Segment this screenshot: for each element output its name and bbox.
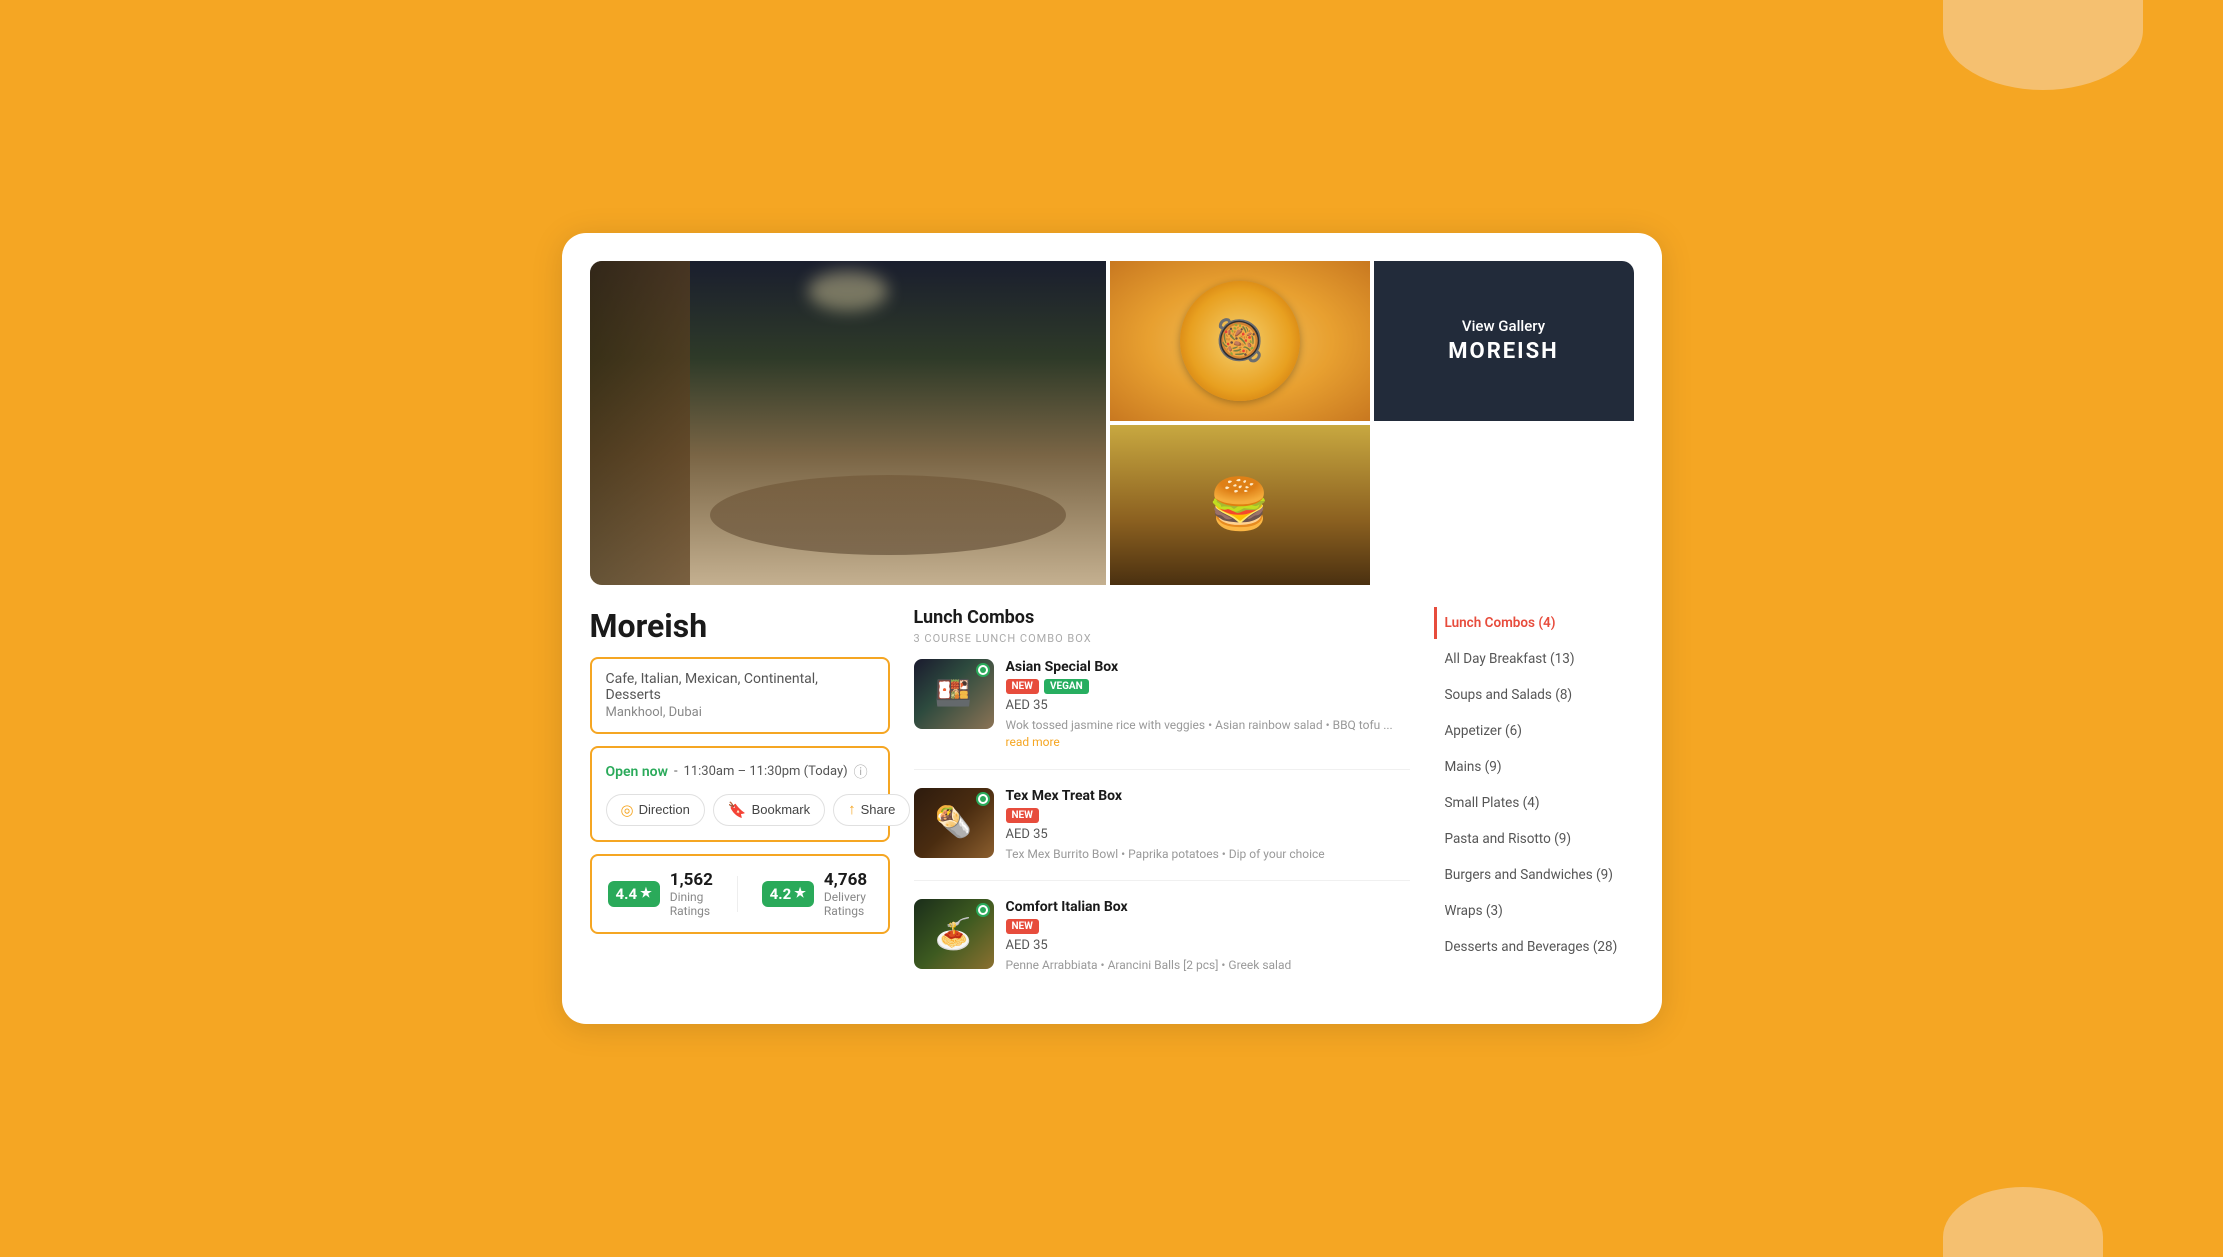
left-panel: Moreish Cafe, Italian, Mexican, Continen… [590,607,890,934]
nav-item-4[interactable]: Mains (9) [1434,751,1634,783]
menu-item-info-2: Comfort Italian Box NEW AED 35 Penne Arr… [1006,899,1410,974]
nav-item-2[interactable]: Soups and Salads (8) [1434,679,1634,711]
nav-item-8[interactable]: Wraps (3) [1434,895,1634,927]
action-buttons: ◎ Direction 🔖 Bookmark ↑ Share [606,794,874,826]
veg-dot-0 [976,663,990,677]
menu-section-subtitle: 3 COURSE LUNCH COMBO BOX [914,632,1410,645]
menu-item-name-2: Comfort Italian Box [1006,899,1410,915]
direction-icon: ◎ [621,801,634,819]
menu-section-title: Lunch Combos [914,607,1410,628]
view-gallery-label: View Gallery [1462,317,1545,335]
nav-item-7[interactable]: Burgers and Sandwiches (9) [1434,859,1634,891]
share-icon: ↑ [848,801,856,818]
menu-item-price-0: AED 35 [1006,698,1410,713]
bookmark-icon: 🔖 [728,801,747,819]
gallery-brand-name: MOREISH [1448,339,1558,364]
menu-item-price-2: AED 35 [1006,938,1410,953]
bg-decoration-top [1943,0,2143,90]
dining-rating-details: 1,562 Dining Ratings [670,870,713,918]
nav-item-0[interactable]: Lunch Combos (4) [1434,607,1634,639]
gallery-food-image-2[interactable]: 🍔 [1110,425,1370,585]
menu-item-info-0: Asian Special Box NEW VEGAN AED 35 Wok t… [1006,659,1410,751]
delivery-count: 4,768 [824,870,872,890]
direction-button[interactable]: ◎ Direction [606,794,705,826]
dining-star-icon: ★ [640,886,652,901]
veg-dot-2 [976,903,990,917]
cuisine-location-box: Cafe, Italian, Mexican, Continental, Des… [590,657,890,734]
info-icon[interactable]: ⓘ [854,762,868,782]
dash: - [674,764,678,779]
dining-count: 1,562 [670,870,713,890]
cuisine-text: Cafe, Italian, Mexican, Continental, Des… [606,671,874,703]
bookmark-button[interactable]: 🔖 Bookmark [713,794,825,826]
dining-rating-badge: 4.4 ★ [608,881,660,907]
delivery-rating-item: 4.2 ★ 4,768 Delivery Ratings [762,870,872,918]
tag-new-2: NEW [1006,919,1039,934]
nav-item-1[interactable]: All Day Breakfast (13) [1434,643,1634,675]
menu-item-desc-1: Tex Mex Burrito Bowl • Paprika potatoes … [1006,846,1410,863]
menu-item-tags-1: NEW [1006,808,1410,823]
menu-item-desc-0: Wok tossed jasmine rice with veggies • A… [1006,717,1410,751]
gallery-food-image-1[interactable]: 🥘 [1110,261,1370,421]
hours-box: Open now - 11:30am – 11:30pm (Today) ⓘ ◎… [590,746,890,842]
bg-decoration-bottom [1943,1187,2103,1257]
nav-item-6[interactable]: Pasta and Risotto (9) [1434,823,1634,855]
bookmark-label: Bookmark [752,802,811,817]
nav-item-5[interactable]: Small Plates (4) [1434,787,1634,819]
menu-item-price-1: AED 35 [1006,827,1410,842]
menu-item-1: 🌯 Tex Mex Treat Box NEW AED 35 Tex Mex B… [914,788,1410,882]
delivery-label: Delivery Ratings [824,890,872,918]
ratings-box: 4.4 ★ 1,562 Dining Ratings 4.2 ★ 4, [590,854,890,934]
nav-item-9[interactable]: Desserts and Beverages (28) [1434,931,1634,963]
food-emoji-0: 🍱 [935,676,972,711]
open-row: Open now - 11:30am – 11:30pm (Today) ⓘ [606,762,874,782]
dining-label: Dining Ratings [670,890,713,918]
delivery-rating-badge: 4.2 ★ [762,881,814,907]
menu-item-tags-0: NEW VEGAN [1006,679,1410,694]
delivery-rating-details: 4,768 Delivery Ratings [824,870,872,918]
tag-new-1: NEW [1006,808,1039,823]
menu-panel: Lunch Combos 3 COURSE LUNCH COMBO BOX 🍱 … [914,607,1410,992]
rating-divider [737,876,738,912]
dining-rating-item: 4.4 ★ 1,562 Dining Ratings [608,870,713,918]
view-gallery-button[interactable]: View Gallery MOREISH [1374,261,1634,421]
dining-rating-value: 4.4 [616,885,638,903]
menu-item-tags-2: NEW [1006,919,1410,934]
menu-item-name-1: Tex Mex Treat Box [1006,788,1410,804]
menu-item-2: 🍝 Comfort Italian Box NEW AED 35 Penne A… [914,899,1410,992]
food-emoji-2: 🍝 [935,917,972,952]
menu-item-image-1: 🌯 [914,788,994,858]
hours-text: 11:30am – 11:30pm (Today) [684,764,848,779]
menu-nav-panel: Lunch Combos (4) All Day Breakfast (13) … [1434,607,1634,967]
food-emoji-1: 🌯 [935,805,972,840]
delivery-star-icon: ★ [794,886,806,901]
content-area: Moreish Cafe, Italian, Mexican, Continen… [590,607,1634,992]
location-text: Mankhool, Dubai [606,705,874,720]
tag-vegan-0: VEGAN [1044,679,1089,694]
photo-gallery: 🥘 View Gallery MOREISH 🍔 [590,261,1634,585]
menu-item-0: 🍱 Asian Special Box NEW VEGAN AED 35 Wok… [914,659,1410,770]
restaurant-name: Moreish [590,607,890,645]
menu-item-image-0: 🍱 [914,659,994,729]
share-label: Share [861,802,896,817]
open-now-status: Open now [606,764,668,780]
nav-item-3[interactable]: Appetizer (6) [1434,715,1634,747]
menu-item-info-1: Tex Mex Treat Box NEW AED 35 Tex Mex Bur… [1006,788,1410,863]
veg-dot-1 [976,792,990,806]
read-more-0[interactable]: read more [1006,735,1060,749]
tag-new-0: NEW [1006,679,1039,694]
direction-label: Direction [639,802,690,817]
menu-item-image-2: 🍝 [914,899,994,969]
gallery-main-image[interactable] [590,261,1106,585]
restaurant-card: 🥘 View Gallery MOREISH 🍔 Moreish Cafe, I… [562,233,1662,1024]
delivery-rating-value: 4.2 [770,885,792,903]
menu-item-name-0: Asian Special Box [1006,659,1410,675]
share-button[interactable]: ↑ Share [833,794,910,826]
menu-item-desc-2: Penne Arrabbiata • Arancini Balls [2 pcs… [1006,957,1410,974]
